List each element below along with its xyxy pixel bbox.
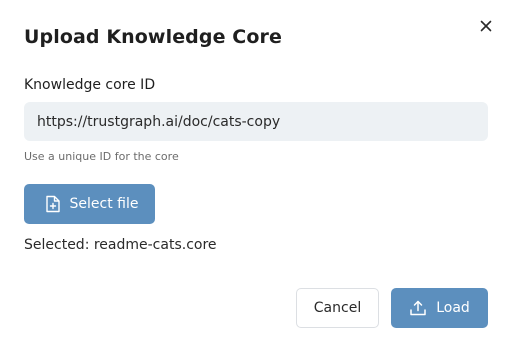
select-file-button[interactable]: Select file [24, 184, 155, 224]
core-id-label: Knowledge core ID [24, 77, 156, 93]
cancel-button[interactable]: Cancel [296, 288, 379, 328]
upload-icon [409, 299, 427, 317]
close-icon [480, 20, 492, 32]
file-plus-icon [45, 195, 61, 213]
select-file-label: Select file [69, 196, 139, 212]
dialog-title: Upload Knowledge Core [24, 26, 282, 48]
core-id-input[interactable] [24, 102, 488, 141]
core-id-helper-text: Use a unique ID for the core [24, 150, 179, 163]
selected-file-text: Selected: readme-cats.core [24, 237, 217, 253]
load-label: Load [436, 300, 470, 316]
close-button[interactable] [476, 16, 496, 36]
upload-knowledge-core-dialog: Upload Knowledge Core Knowledge core ID … [0, 0, 515, 342]
load-button[interactable]: Load [391, 288, 488, 328]
